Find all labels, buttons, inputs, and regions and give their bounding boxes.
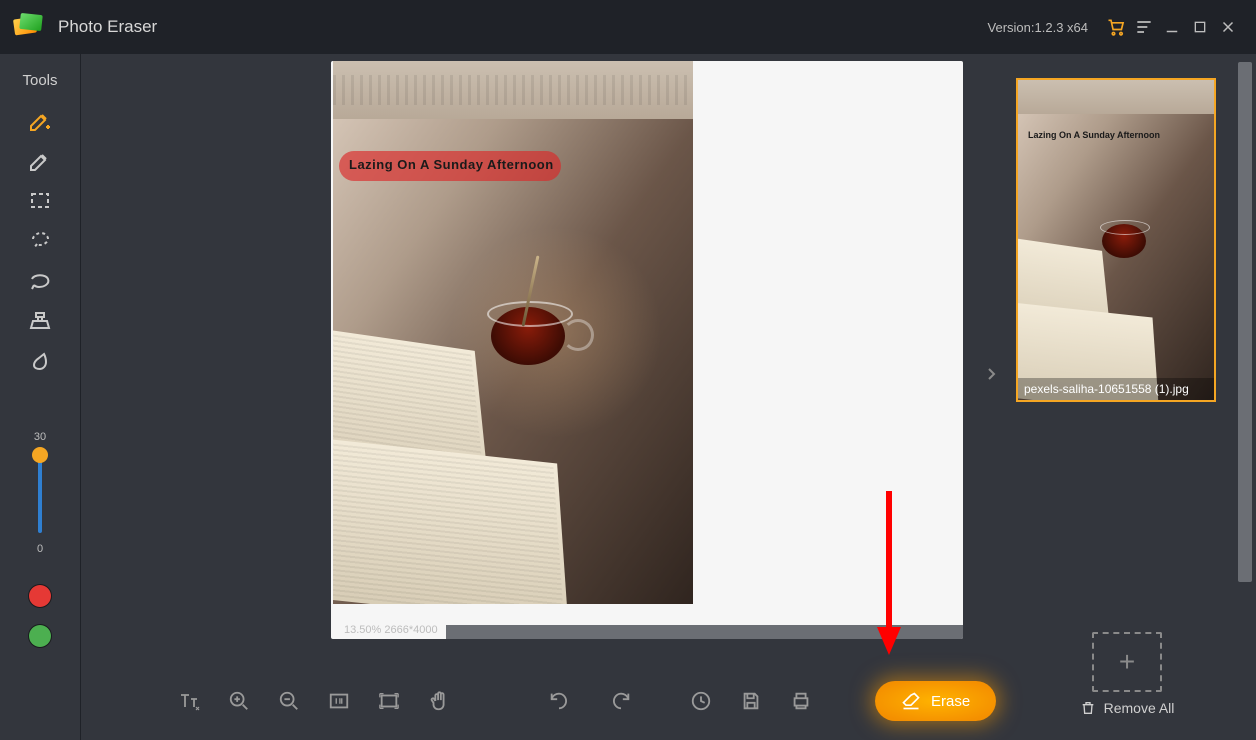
tools-heading: Tools	[22, 72, 57, 89]
cart-icon[interactable]	[1102, 13, 1130, 41]
undo-icon[interactable]	[545, 687, 573, 715]
canvas-image[interactable]: Lazing On A Sunday Afternoon	[333, 61, 693, 604]
annotation-arrow-icon	[877, 491, 901, 661]
add-image-button[interactable]: +	[1092, 632, 1162, 692]
smudge-tool-icon[interactable]	[20, 341, 60, 381]
editor-area: 13.50% 2666*4000 Lazing On A Sunday Afte…	[80, 54, 998, 740]
tools-sidebar: Tools 30	[0, 54, 80, 740]
pencil-tool-icon[interactable]	[20, 141, 60, 181]
pan-hand-icon[interactable]	[425, 687, 453, 715]
print-icon[interactable]	[787, 687, 815, 715]
actual-size-icon[interactable]	[325, 687, 353, 715]
plus-icon: +	[1119, 646, 1135, 678]
app-title: Photo Eraser	[58, 17, 157, 37]
app-logo-icon	[14, 14, 42, 40]
trash-icon	[1080, 700, 1096, 716]
marquee-tool-icon[interactable]	[20, 181, 60, 221]
maximize-icon[interactable]	[1186, 13, 1214, 41]
thumbnails-panel: Lazing On A Sunday Afternoon pexels-sali…	[998, 54, 1256, 740]
lasso-tool-icon[interactable]	[20, 221, 60, 261]
slider-thumb[interactable]	[32, 447, 48, 463]
thumbnail-watermark-text: Lazing On A Sunday Afternoon	[1028, 130, 1160, 140]
erase-button-label: Erase	[931, 693, 970, 710]
brush-size-slider: 30 0	[34, 431, 46, 555]
thumbnail-filename: pexels-saliha-10651558 (1).jpg	[1018, 378, 1214, 400]
close-icon[interactable]	[1214, 13, 1242, 41]
thumbnail-item[interactable]: Lazing On A Sunday Afternoon pexels-sali…	[1016, 78, 1216, 402]
slider-max-label: 30	[34, 431, 46, 443]
pencil-add-tool-icon[interactable]	[20, 101, 60, 141]
zoom-out-icon[interactable]	[275, 687, 303, 715]
thumbnail-vertical-scrollbar[interactable]	[1238, 62, 1252, 582]
menu-icon[interactable]	[1130, 13, 1158, 41]
remove-all-button[interactable]: Remove All	[998, 700, 1256, 716]
panel-collapse-handle[interactable]	[984, 360, 998, 388]
redo-icon[interactable]	[607, 687, 635, 715]
remove-all-label: Remove All	[1104, 700, 1175, 716]
watermark-text: Lazing On A Sunday Afternoon	[349, 157, 554, 172]
version-label: Version:1.2.3 x64	[988, 20, 1088, 35]
polygon-lasso-tool-icon[interactable]	[20, 261, 60, 301]
history-icon[interactable]	[687, 687, 715, 715]
save-icon[interactable]	[737, 687, 765, 715]
text-tool-icon[interactable]	[175, 687, 203, 715]
title-bar: Photo Eraser Version:1.2.3 x64	[0, 0, 1256, 54]
slider-track[interactable]	[38, 453, 42, 533]
zoom-in-icon[interactable]	[225, 687, 253, 715]
fit-screen-icon[interactable]	[375, 687, 403, 715]
slider-min-label: 0	[37, 543, 43, 555]
green-swatch[interactable]	[29, 625, 51, 647]
clone-stamp-tool-icon[interactable]	[20, 301, 60, 341]
red-swatch[interactable]	[29, 585, 51, 607]
zoom-info: 13.50% 2666*4000	[344, 624, 438, 636]
eraser-icon	[901, 691, 921, 711]
erase-button[interactable]: Erase	[875, 681, 996, 721]
minimize-icon[interactable]	[1158, 13, 1186, 41]
bottom-toolbar: Erase	[81, 662, 998, 740]
